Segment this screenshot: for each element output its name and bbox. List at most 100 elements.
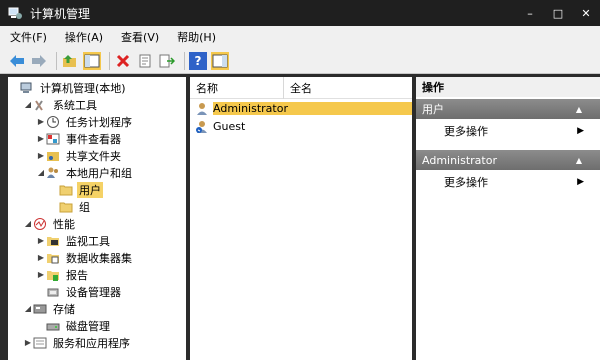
section-title: Administrator — [422, 153, 497, 167]
tree-item[interactable]: ▶ 任务计划程序 — [36, 113, 134, 130]
properties-button[interactable] — [136, 52, 154, 70]
tree-item-label: 组 — [79, 200, 90, 214]
tree-item-label: 用户 — [77, 181, 103, 198]
expand-arrow-icon[interactable]: ▶ — [36, 151, 46, 160]
tree-item[interactable]: ◢ 存储 — [23, 300, 77, 317]
shared-folder-icon — [46, 149, 60, 163]
expand-arrow-icon[interactable]: ▶ — [36, 134, 46, 143]
services-icon — [33, 336, 47, 350]
help-button[interactable]: ? — [189, 51, 207, 70]
tree-item[interactable]: ▶ 服务和应用程序 — [23, 334, 132, 351]
actions-pane: 操作 用户 ▲ 更多操作 ▶ Administrator ▲ 更多操作 ▶ — [416, 77, 600, 360]
tree-item[interactable]: 用户 — [49, 181, 103, 198]
window-title: 计算机管理 — [30, 6, 91, 21]
back-arrow-icon — [10, 54, 24, 67]
collapse-icon[interactable]: ▲ — [576, 105, 582, 114]
tree-item[interactable]: ▶ 共享文件夹 — [36, 147, 123, 164]
action-pane-icon — [212, 54, 228, 67]
tree-item[interactable]: 组 — [49, 198, 92, 215]
disabled-user-icon — [195, 120, 209, 134]
users-icon — [46, 166, 60, 180]
computer-icon — [20, 81, 34, 95]
minimize-button[interactable]: – — [516, 0, 544, 26]
user-icon — [195, 102, 209, 116]
folder-icon — [59, 200, 73, 214]
user-row-administrator[interactable]: Administrator — [190, 100, 412, 117]
tree-item[interactable]: ▶ 事件查看器 — [36, 130, 123, 147]
report-icon — [46, 268, 60, 282]
tree-item-label: 存储 — [53, 302, 75, 316]
tree-item-label: 任务计划程序 — [66, 115, 132, 129]
tree-item-label: 设备管理器 — [66, 285, 121, 299]
show-hide-tree-button[interactable] — [83, 51, 101, 70]
menu-help[interactable]: 帮助(H) — [177, 29, 216, 45]
section-title: 用户 — [422, 103, 444, 116]
up-level-button[interactable] — [61, 52, 79, 70]
tree-item[interactable]: ▶ 监视工具 — [36, 232, 112, 249]
more-actions-administrator[interactable]: 更多操作 ▶ — [416, 172, 600, 192]
expand-arrow-icon[interactable]: ▶ — [23, 338, 33, 347]
tree-item-label: 本地用户和组 — [66, 166, 132, 180]
forward-button[interactable] — [30, 52, 48, 70]
more-actions-users[interactable]: 更多操作 ▶ — [416, 121, 600, 141]
actions-header: 操作 — [416, 77, 600, 97]
tree-item-label: 性能 — [53, 217, 75, 231]
tree-item[interactable]: 磁盘管理 — [36, 317, 112, 334]
user-name: Administrator — [213, 102, 412, 115]
properties-icon — [139, 54, 151, 67]
export-list-icon — [159, 54, 175, 67]
collapse-arrow-icon[interactable]: ◢ — [36, 168, 46, 177]
tree-item[interactable]: 计算机管理(本地) — [10, 79, 128, 96]
delete-x-icon — [116, 54, 130, 67]
more-actions-label: 更多操作 — [444, 125, 488, 138]
menu-view[interactable]: 查看(V) — [121, 29, 159, 45]
tree-item[interactable]: ◢ 本地用户和组 — [36, 164, 134, 181]
tree-item-label: 共享文件夹 — [66, 149, 121, 163]
console-tree-icon — [84, 54, 100, 67]
column-header-name[interactable]: 名称 — [190, 77, 284, 99]
menu-action[interactable]: 操作(A) — [65, 29, 103, 45]
back-button[interactable] — [8, 52, 26, 70]
column-header-fullname[interactable]: 全名 — [284, 77, 412, 99]
submenu-arrow-icon: ▶ — [577, 126, 584, 136]
tree-item-label: 监视工具 — [66, 234, 110, 248]
tree-item[interactable]: ◢ 性能 — [23, 215, 77, 232]
tree-item[interactable]: 设备管理器 — [36, 283, 123, 300]
expand-arrow-icon[interactable]: ▶ — [36, 117, 46, 126]
action-pane-button[interactable] — [211, 51, 229, 70]
tree-item[interactable]: ▶ 报告 — [36, 266, 90, 283]
collapse-arrow-icon[interactable]: ◢ — [23, 304, 33, 313]
user-list-pane: 名称 全名 Administrator Guest — [190, 77, 412, 360]
computer-management-icon — [8, 6, 22, 20]
expand-arrow-icon[interactable]: ▶ — [36, 270, 46, 279]
expand-arrow-icon[interactable]: ▶ — [36, 236, 46, 245]
actions-section-administrator[interactable]: Administrator ▲ — [416, 150, 600, 170]
collapse-arrow-icon[interactable]: ◢ — [23, 219, 33, 228]
help-icon: ? — [194, 53, 202, 68]
expand-arrow-icon[interactable]: ▶ — [36, 253, 46, 262]
monitor-folder-icon — [46, 234, 60, 248]
toolbar: ? — [0, 48, 600, 74]
tools-icon — [33, 98, 47, 112]
console-tree: 计算机管理(本地) ◢ 系统工具 ▶ 任务计划程序 ▶ 事件查看器 ▶ 共享文件夹 ◢ 本地用户和组… — [8, 77, 186, 360]
clock-icon — [46, 115, 60, 129]
data-collector-icon — [46, 251, 60, 265]
title-bar: 计算机管理 – □ ✕ — [0, 0, 600, 26]
menu-file[interactable]: 文件(F) — [10, 29, 47, 45]
user-row-guest[interactable]: Guest — [190, 118, 412, 135]
close-button[interactable]: ✕ — [572, 0, 600, 26]
tree-item-label: 服务和应用程序 — [53, 336, 130, 350]
tree-item-label: 事件查看器 — [66, 132, 121, 146]
maximize-button[interactable]: □ — [544, 0, 572, 26]
tree-item[interactable]: ◢ 系统工具 — [23, 96, 99, 113]
export-button[interactable] — [158, 52, 176, 70]
user-name: Guest — [213, 120, 246, 133]
actions-section-users[interactable]: 用户 ▲ — [416, 99, 600, 119]
forward-arrow-icon — [32, 54, 46, 67]
device-manager-icon — [46, 285, 60, 299]
tree-item[interactable]: ▶ 数据收集器集 — [36, 249, 134, 266]
collapse-arrow-icon[interactable]: ◢ — [23, 100, 33, 109]
delete-button[interactable] — [114, 52, 132, 70]
disk-icon — [46, 319, 60, 333]
collapse-icon[interactable]: ▲ — [576, 156, 582, 165]
